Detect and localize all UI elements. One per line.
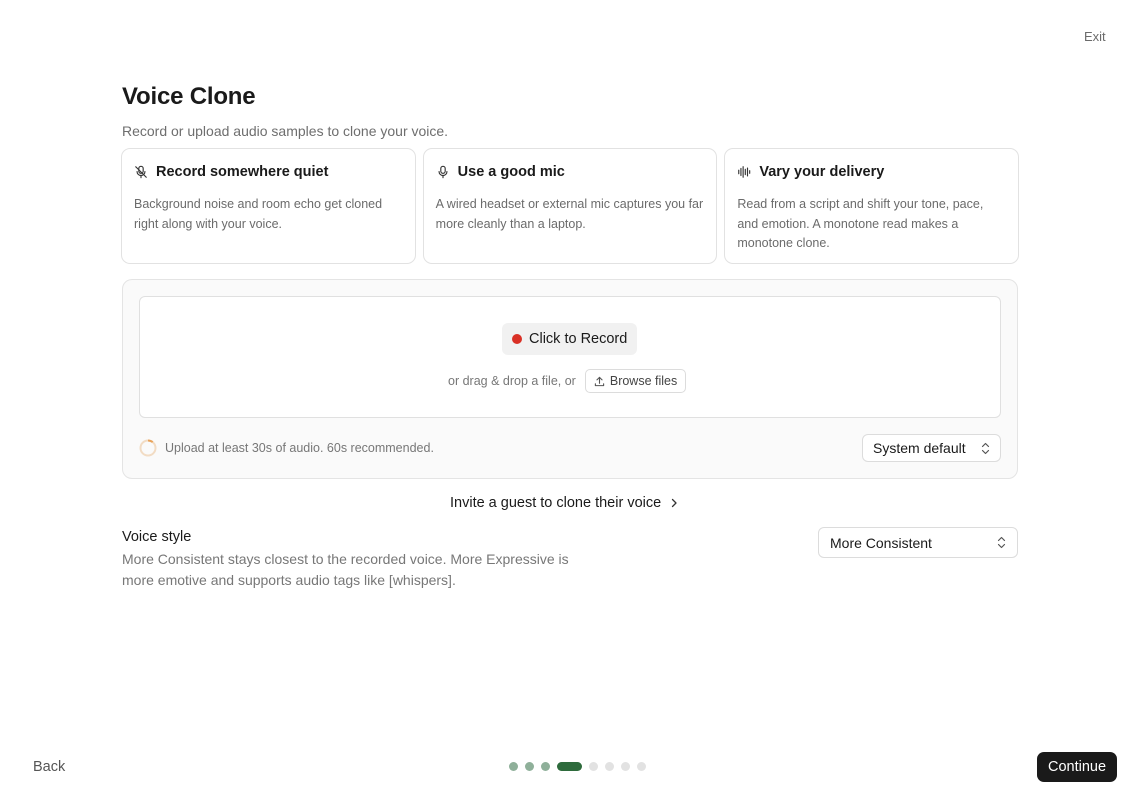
tip-body: Background noise and room echo get clone…: [134, 197, 383, 231]
record-dot-icon: [512, 334, 522, 344]
browse-files-button[interactable]: Browse files: [584, 369, 687, 393]
chevron-up-down-icon: [997, 536, 1006, 549]
tip-card-mic: Use a good mic A wired headset or extern…: [422, 148, 718, 264]
input-device-select[interactable]: System default: [862, 434, 1001, 462]
mic-icon: [438, 165, 448, 178]
tip-title: Record somewhere quiet: [156, 163, 329, 180]
voice-style-value: More Consistent: [830, 534, 932, 551]
step-dot-current: [557, 762, 582, 771]
chevron-right-icon: [672, 498, 677, 508]
tip-title: Use a good mic: [457, 163, 565, 180]
voice-style-select[interactable]: More Consistent: [818, 527, 1018, 558]
drop-text: or drag & drop a file, or: [448, 374, 576, 388]
step-dot: [589, 762, 598, 771]
browse-label: Browse files: [609, 374, 678, 388]
tip-card-quiet: Record somewhere quiet Background noise …: [121, 148, 416, 264]
voice-style-description: More Consistent stays closest to the rec…: [122, 551, 569, 588]
audio-wave-icon: [738, 165, 751, 178]
drop-line: or drag & drop a file, or Browse files: [448, 369, 687, 393]
audio-dropzone[interactable]: Click to Record or drag & drop a file, o…: [139, 296, 1001, 418]
tips-row: Record somewhere quiet Background noise …: [121, 148, 1020, 264]
mic-off-icon: [135, 165, 147, 178]
record-label: Click to Record: [529, 331, 628, 347]
upload-icon: [594, 376, 605, 386]
step-dot: [621, 762, 630, 771]
step-dot: [525, 762, 534, 771]
voice-style-label: Voice style: [122, 529, 192, 545]
tip-title: Vary your delivery: [759, 163, 885, 180]
tip-body: A wired headset or external mic captures…: [435, 197, 704, 231]
invite-guest-link[interactable]: Invite a guest to clone their voice: [450, 495, 679, 511]
back-button[interactable]: Back: [33, 759, 65, 775]
tip-card-delivery: Vary your delivery Read from a script an…: [724, 148, 1020, 264]
page-title: Voice Clone: [122, 83, 256, 110]
record-button[interactable]: Click to Record: [502, 323, 638, 355]
continue-button[interactable]: Continue: [1037, 752, 1117, 782]
tip-body: Read from a script and shift your tone, …: [737, 197, 984, 250]
step-indicator: [509, 762, 646, 771]
step-dot: [637, 762, 646, 771]
upload-hint: Upload at least 30s of audio. 60s recomm…: [165, 441, 434, 455]
step-dot: [541, 762, 550, 771]
chevron-up-down-icon: [981, 442, 990, 454]
page-subtitle: Record or upload audio samples to clone …: [122, 123, 449, 139]
step-dot: [605, 762, 614, 771]
recorder-panel: Click to Record or drag & drop a file, o…: [122, 279, 1018, 479]
exit-button[interactable]: Exit: [1084, 29, 1106, 44]
invite-label: Invite a guest to clone their voice: [450, 495, 662, 511]
upload-progress-ring: [139, 439, 157, 457]
input-device-value: System default: [873, 440, 966, 456]
step-dot: [509, 762, 518, 771]
